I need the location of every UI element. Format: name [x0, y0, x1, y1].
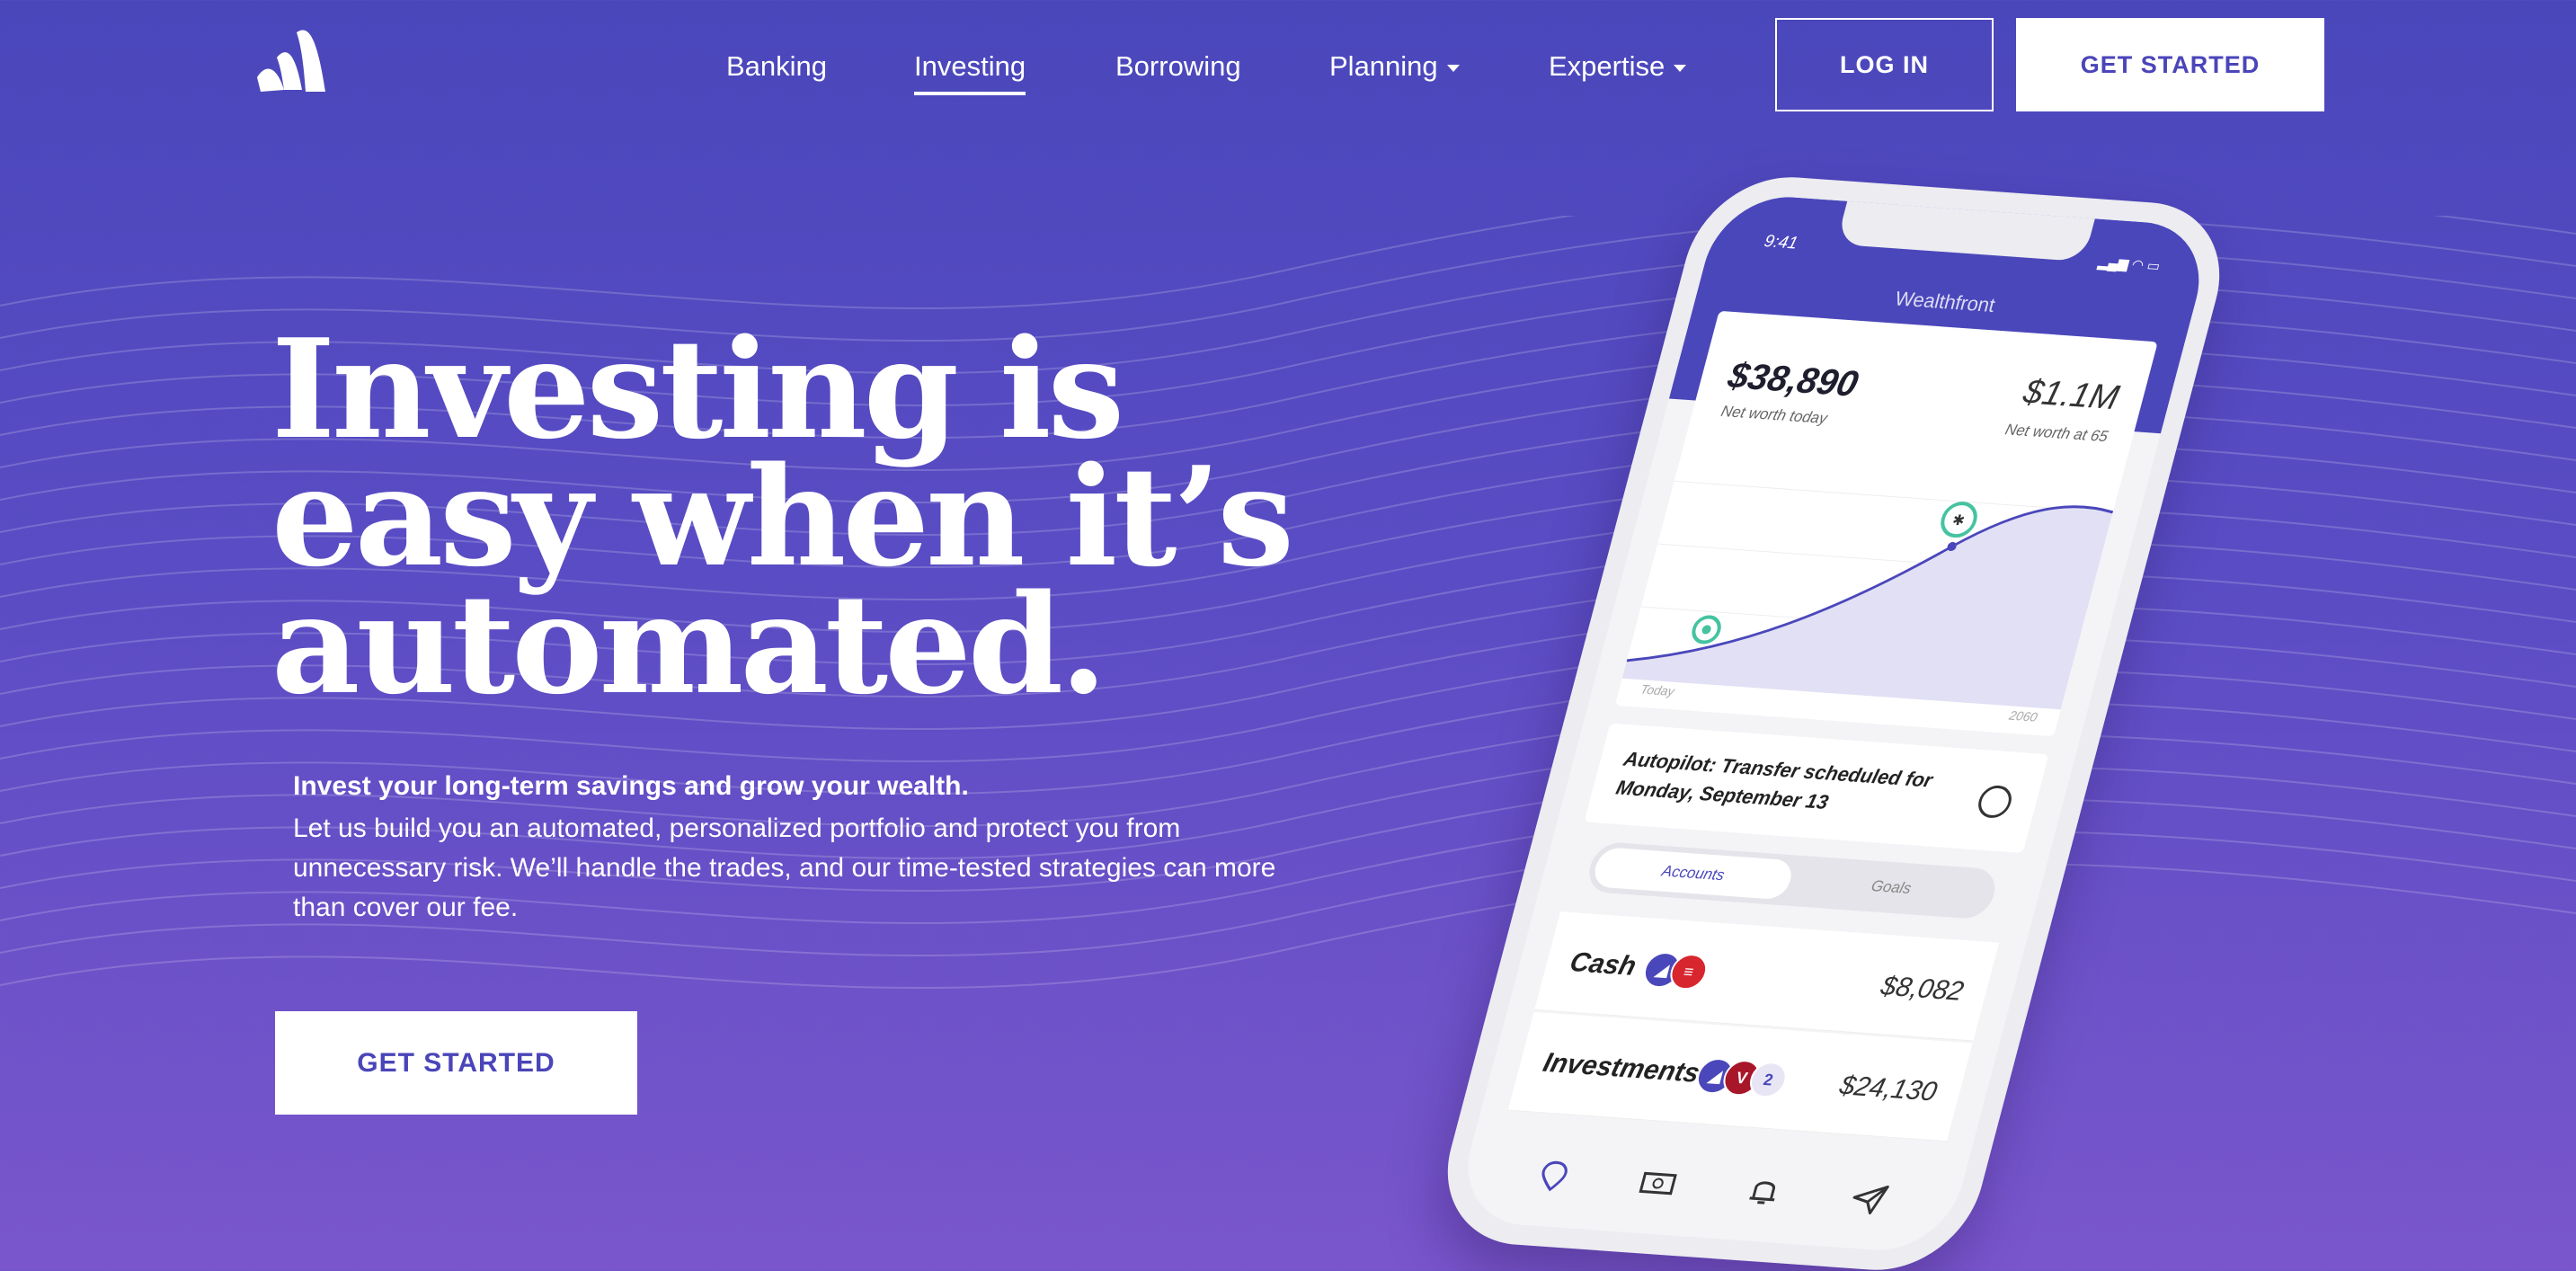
account-badges: ◢ V 2 — [1692, 1056, 1791, 1099]
app-tab-bar — [1452, 1121, 1970, 1255]
tab-accounts[interactable]: Accounts — [1590, 847, 1796, 901]
log-in-button[interactable]: LOG IN — [1775, 18, 1994, 111]
nav-planning[interactable]: Planning — [1329, 50, 1460, 83]
chevron-down-icon — [1446, 65, 1460, 72]
account-name: Cash — [1566, 947, 1639, 982]
nav-investing-label: Investing — [914, 50, 1026, 82]
nav-planning-label: Planning — [1329, 50, 1438, 82]
milestone-marker — [1692, 615, 1721, 644]
phone-mockup: 9:41 ▂▄▆ ◠ ▭ Wealthfront $38,890 Net wor… — [1402, 171, 2241, 1271]
hero-get-started-button[interactable]: GET STARTED — [275, 1011, 637, 1115]
nav-borrowing[interactable]: Borrowing — [1115, 50, 1241, 83]
hero-headline: Investing is easy when it’s automated. — [271, 308, 1350, 724]
bell-icon[interactable] — [1739, 1170, 1789, 1213]
nav-expertise[interactable]: Expertise — [1549, 50, 1687, 83]
account-name: Investments — [1540, 1047, 1703, 1089]
header-get-started-button[interactable]: GET STARTED — [2016, 18, 2324, 111]
nav-expertise-label: Expertise — [1549, 50, 1666, 82]
projected-label: Net worth at 65 — [2003, 421, 2110, 446]
headline-line-1: Investing is — [271, 308, 1124, 469]
nav-investing[interactable]: Investing — [914, 50, 1026, 95]
net-worth-value: $38,890 — [1724, 355, 1862, 404]
projection-area — [1621, 506, 2113, 710]
home-pin-icon[interactable] — [1528, 1156, 1577, 1198]
hero-body-line: unnecessary risk. We’ll handle the trade… — [293, 853, 1276, 883]
hero-body: Let us build you an automated, personali… — [293, 809, 1372, 928]
headline-line-3: automated. — [271, 564, 1107, 724]
hero-body-line: than cover our fee. — [293, 893, 519, 922]
phone-frame: 9:41 ▂▄▆ ◠ ▭ Wealthfront $38,890 Net wor… — [1426, 171, 2241, 1271]
hero-body-line: Let us build you an automated, personali… — [293, 813, 1181, 843]
autopilot-icon — [1975, 784, 2015, 820]
account-badges: ◢ ≡ — [1639, 950, 1711, 991]
nav-banking[interactable]: Banking — [726, 50, 827, 83]
account-amount: $8,082 — [1878, 971, 1968, 1007]
projected-value: $1.1M — [2019, 372, 2123, 418]
money-icon[interactable] — [1633, 1163, 1683, 1205]
net-worth-label: Net worth today — [1719, 402, 1830, 428]
account-amount: $24,130 — [1836, 1070, 1941, 1107]
axis-start-label: Today — [1639, 681, 1676, 699]
send-icon[interactable] — [1844, 1178, 1894, 1221]
nav-borrowing-label: Borrowing — [1115, 50, 1241, 82]
phone-screen: 9:41 ▂▄▆ ◠ ▭ Wealthfront $38,890 Net wor… — [1452, 192, 2216, 1255]
autopilot-text: Autopilot: Transfer scheduled for Monday… — [1613, 747, 1935, 813]
chevron-down-icon — [1674, 65, 1687, 72]
headline-line-2: easy when it’s — [271, 436, 1294, 597]
tab-goals[interactable]: Goals — [1789, 861, 1994, 914]
projection-chart: ✱ — [1621, 480, 2114, 710]
accounts-goals-toggle: Accounts Goals — [1584, 840, 2001, 920]
hero-lead: Invest your long-term savings and grow y… — [293, 771, 969, 801]
wealthfront-logo[interactable] — [253, 27, 329, 95]
nav-banking-label: Banking — [726, 50, 828, 82]
milestone-marker: ✱ — [1941, 502, 1977, 538]
status-time: 9:41 — [1762, 232, 1800, 253]
autopilot-card[interactable]: Autopilot: Transfer scheduled for Monday… — [1584, 723, 2049, 853]
axis-end-label: 2060 — [2007, 707, 2039, 724]
